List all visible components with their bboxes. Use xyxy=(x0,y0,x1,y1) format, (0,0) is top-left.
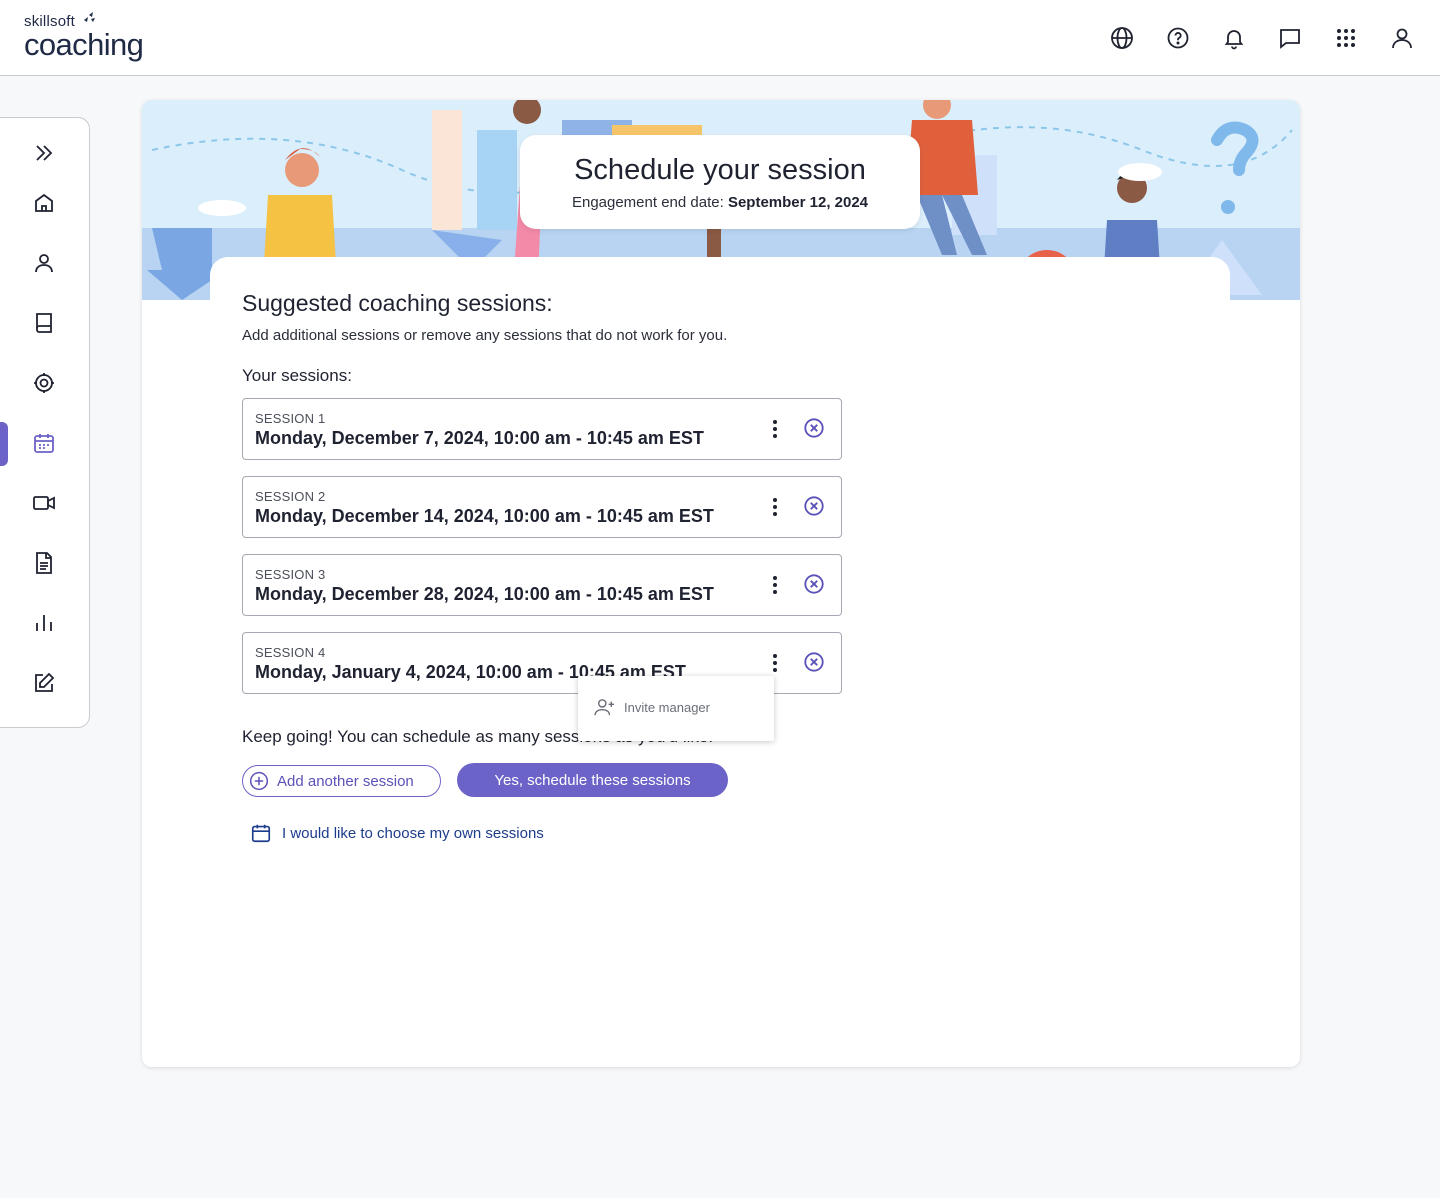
section-hint: Add additional sessions or remove any se… xyxy=(242,327,728,344)
schedule-sessions-button[interactable]: Yes, schedule these sessions xyxy=(457,763,728,797)
logo-spark-icon xyxy=(84,12,95,22)
section-heading: Suggested coaching sessions: xyxy=(242,290,553,316)
sidebar xyxy=(0,117,90,728)
remove-session-icon[interactable] xyxy=(803,417,825,439)
calendar-icon xyxy=(251,824,271,843)
invite-manager-menu-item[interactable]: Invite manager xyxy=(594,698,710,716)
bell-icon[interactable] xyxy=(1222,26,1246,50)
session-label: SESSION 2 xyxy=(255,489,326,504)
help-icon[interactable] xyxy=(1166,26,1190,50)
home-icon[interactable] xyxy=(30,189,58,217)
session-label: SESSION 4 xyxy=(255,645,326,660)
top-bar: skillsoft coaching xyxy=(0,0,1440,76)
session-card: SESSION 3 Monday, December 28, 2024, 10:… xyxy=(242,554,842,616)
person-icon[interactable] xyxy=(30,249,58,277)
active-indicator xyxy=(0,422,8,466)
target-icon[interactable] xyxy=(30,369,58,397)
remove-session-icon[interactable] xyxy=(803,651,825,673)
add-user-icon xyxy=(594,699,614,716)
choose-own-label: I would like to choose my own sessions xyxy=(282,824,544,842)
session-datetime: Monday, December 28, 2024, 10:00 am - 10… xyxy=(255,584,714,604)
engagement-end-date: Engagement end date: September 12, 2024 xyxy=(520,194,920,211)
edit-icon[interactable] xyxy=(30,669,58,697)
book-icon[interactable] xyxy=(30,309,58,337)
session-datetime: Monday, December 7, 2024, 10:00 am - 10:… xyxy=(255,428,704,448)
expand-icon[interactable] xyxy=(30,139,58,167)
add-session-label: Add another session xyxy=(277,772,414,790)
remove-session-icon[interactable] xyxy=(803,495,825,517)
chart-icon[interactable] xyxy=(30,609,58,637)
invite-manager-label: Invite manager xyxy=(624,699,710,715)
apps-grid-icon[interactable] xyxy=(1334,26,1358,50)
title-box: Schedule your session Engagement end dat… xyxy=(520,135,920,229)
schedule-card: Schedule your session Engagement end dat… xyxy=(142,100,1300,1067)
document-icon[interactable] xyxy=(30,549,58,577)
calendar-icon[interactable] xyxy=(30,429,58,457)
globe-icon[interactable] xyxy=(1110,26,1134,50)
more-options-icon[interactable] xyxy=(765,651,785,675)
skillsoft-coaching-logo[interactable]: skillsoft coaching xyxy=(24,12,144,62)
plus-circle-icon xyxy=(249,771,269,791)
choose-own-sessions-link[interactable]: I would like to choose my own sessions xyxy=(250,822,544,844)
page-title: Schedule your session xyxy=(574,154,866,186)
session-card: SESSION 1 Monday, December 7, 2024, 10:0… xyxy=(242,398,842,460)
brand-big: coaching xyxy=(24,27,144,62)
schedule-label: Yes, schedule these sessions xyxy=(494,771,691,789)
engagement-label: Engagement end date: xyxy=(571,194,724,211)
chat-icon[interactable] xyxy=(1278,26,1302,50)
session-options-menu: Invite manager xyxy=(578,676,774,741)
add-another-session-button[interactable]: Add another session xyxy=(242,765,441,797)
session-datetime: Monday, December 14, 2024, 10:00 am - 10… xyxy=(255,506,714,526)
user-icon[interactable] xyxy=(1390,26,1414,50)
more-options-icon[interactable] xyxy=(765,495,785,519)
your-sessions-label: Your sessions: xyxy=(242,366,352,385)
session-card: SESSION 2 Monday, December 14, 2024, 10:… xyxy=(242,476,842,538)
more-options-icon[interactable] xyxy=(765,573,785,597)
session-label: SESSION 1 xyxy=(255,411,326,426)
remove-session-icon[interactable] xyxy=(803,573,825,595)
engagement-date: September 12, 2024 xyxy=(727,194,869,211)
more-options-icon[interactable] xyxy=(765,417,785,441)
suggestions-section: Suggested coaching sessions: Add additio… xyxy=(242,290,1242,386)
session-label: SESSION 3 xyxy=(255,567,326,582)
video-icon[interactable] xyxy=(30,489,58,517)
